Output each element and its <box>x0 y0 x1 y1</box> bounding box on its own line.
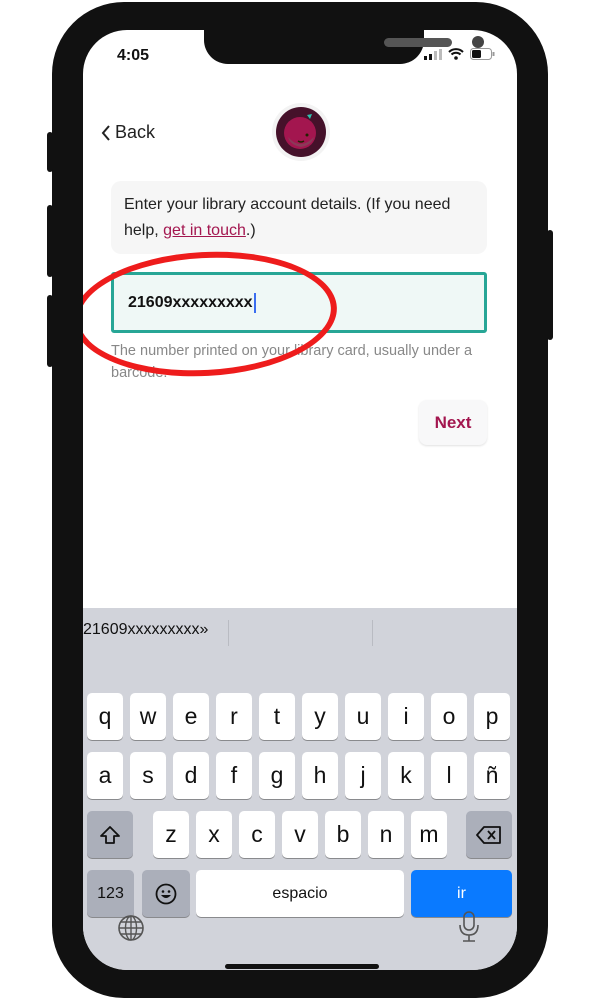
status-time: 4:05 <box>117 47 150 64</box>
wifi-icon <box>448 48 464 60</box>
key-k[interactable]: k <box>388 752 424 799</box>
key-e[interactable]: e <box>173 693 209 740</box>
text-caret <box>253 292 256 313</box>
library-card-hint: The number printed on your library card,… <box>111 343 473 381</box>
key-c[interactable]: c <box>239 811 275 858</box>
key-j[interactable]: j <box>345 752 381 799</box>
silent-switch <box>47 132 53 172</box>
screen: 4:05 Back Enter your library account det… <box>83 30 517 970</box>
power-button <box>547 230 553 340</box>
space-key[interactable]: espacio <box>196 870 404 917</box>
key-ñ[interactable]: ñ <box>474 752 510 799</box>
numbers-key[interactable]: 123 <box>87 870 134 917</box>
keyboard: 21609xxxxxxxxx» qwertyuiop asdfghjklñ zx… <box>83 608 517 970</box>
key-i[interactable]: i <box>388 693 424 740</box>
key-q[interactable]: q <box>87 693 123 740</box>
emoji-key[interactable] <box>142 870 190 917</box>
suggestion-item[interactable]: 21609xxxxxxxxx» <box>83 621 208 639</box>
library-card-input[interactable]: 21609xxxxxxxxx <box>111 272 487 333</box>
key-b[interactable]: b <box>325 811 361 858</box>
notch <box>204 30 484 64</box>
key-l[interactable]: l <box>431 752 467 799</box>
key-n[interactable]: n <box>368 811 404 858</box>
instructions-box: Enter your library account details. (If … <box>111 181 487 254</box>
delete-key[interactable] <box>466 811 512 858</box>
suggestion-divider <box>372 620 373 646</box>
back-button[interactable]: Back <box>101 122 155 143</box>
back-label: Back <box>115 122 156 142</box>
key-row-3: zxcvbnm <box>87 811 512 858</box>
key-r[interactable]: r <box>216 693 252 740</box>
key-p[interactable]: p <box>474 693 510 740</box>
library-card-value: 21609xxxxxxxxx <box>128 293 253 311</box>
key-o[interactable]: o <box>431 693 467 740</box>
key-d[interactable]: d <box>173 752 209 799</box>
key-g[interactable]: g <box>259 752 295 799</box>
suggestion-divider <box>228 620 229 646</box>
libby-logo <box>272 103 330 161</box>
camera <box>472 36 484 48</box>
key-t[interactable]: t <box>259 693 295 740</box>
key-a[interactable]: a <box>87 752 123 799</box>
status-icons <box>424 48 495 60</box>
key-y[interactable]: y <box>302 693 338 740</box>
chevron-left-icon <box>101 124 110 141</box>
speaker <box>384 38 452 47</box>
key-row-4: 123 espacio ir <box>87 870 512 917</box>
letter-keys: zxcvbnm <box>153 811 447 858</box>
suggestion-bar: 21609xxxxxxxxx» <box>83 608 517 650</box>
key-z[interactable]: z <box>153 811 189 858</box>
key-u[interactable]: u <box>345 693 381 740</box>
instructions-text-end: .) <box>245 222 256 239</box>
next-button[interactable]: Next <box>419 400 487 445</box>
volume-up-button <box>47 205 53 277</box>
key-w[interactable]: w <box>130 693 166 740</box>
home-indicator[interactable] <box>225 964 379 969</box>
globe-icon[interactable] <box>117 914 145 942</box>
signal-icon <box>424 48 442 60</box>
shift-icon <box>100 825 120 844</box>
emoji-icon <box>155 883 177 904</box>
key-s[interactable]: s <box>130 752 166 799</box>
shift-key[interactable] <box>87 811 133 858</box>
microphone-icon[interactable] <box>457 910 481 944</box>
key-row-1: qwertyuiop <box>87 693 510 740</box>
key-m[interactable]: m <box>411 811 447 858</box>
key-f[interactable]: f <box>216 752 252 799</box>
key-row-2: asdfghjklñ <box>87 752 510 799</box>
key-v[interactable]: v <box>282 811 318 858</box>
key-x[interactable]: x <box>196 811 232 858</box>
volume-down-button <box>47 295 53 367</box>
battery-icon <box>470 48 495 60</box>
get-in-touch-link[interactable]: get in touch <box>163 222 246 239</box>
backspace-icon <box>476 825 501 844</box>
key-h[interactable]: h <box>302 752 338 799</box>
